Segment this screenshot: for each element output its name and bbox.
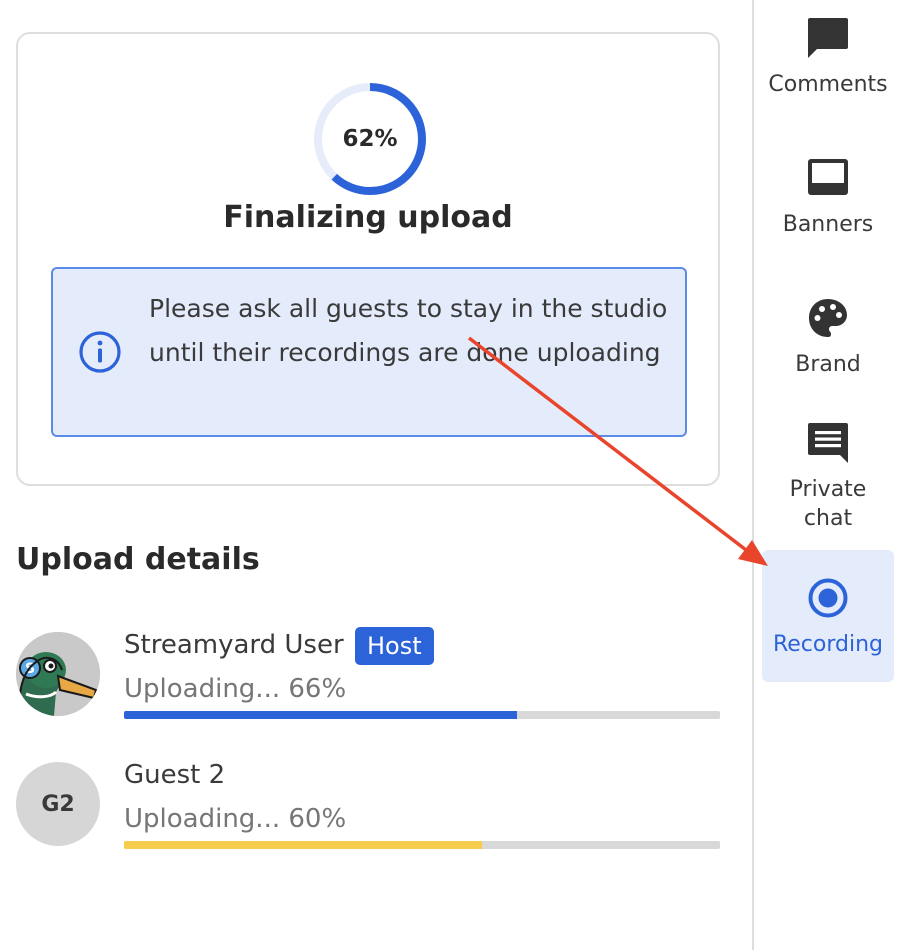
participant-row: G2 Guest 2 Uploading... 60% xyxy=(16,760,720,850)
upload-details-heading: Upload details xyxy=(16,542,260,577)
guest-avatar: G2 xyxy=(16,762,100,846)
chat-icon xyxy=(808,423,848,463)
progress-percent-label: 62% xyxy=(342,126,398,152)
sidebar-item-banners[interactable]: Banners xyxy=(762,140,894,272)
notice-text: Please ask all guests to stay in the stu… xyxy=(149,294,668,367)
page: 62% Finalizing upload Please ask all gue… xyxy=(0,0,900,950)
sidebar-item-label: Private chat xyxy=(789,477,867,531)
sidebar-item-label: Recording xyxy=(772,632,884,657)
sidebar-item-label: Comments xyxy=(768,72,888,97)
banner-icon xyxy=(808,159,848,195)
info-icon xyxy=(79,331,121,373)
guest-notice-banner: Please ask all guests to stay in the stu… xyxy=(51,267,687,437)
participant-row: S Streamyard User Host Uploading... 66% xyxy=(16,627,720,720)
palette-icon xyxy=(809,299,847,337)
upload-progress-ring: 62% xyxy=(312,81,428,197)
upload-status-text: Uploading... 66% xyxy=(124,674,347,704)
sidebar-item-private-chat[interactable]: Private chat xyxy=(762,405,894,537)
sidebar-item-recording[interactable]: Recording xyxy=(762,550,894,682)
duck-avatar-icon: S xyxy=(16,632,100,716)
sidebar-item-label: Brand xyxy=(795,352,861,377)
right-sidebar: Comments Banners Brand Private chat Reco… xyxy=(754,0,900,950)
sidebar-item-brand[interactable]: Brand xyxy=(762,280,894,412)
host-badge: Host xyxy=(355,627,434,665)
participant-name: Guest 2 xyxy=(124,760,226,790)
record-icon xyxy=(808,578,848,618)
card-title: Finalizing upload xyxy=(223,200,513,235)
upload-progress-fill xyxy=(124,841,482,849)
participant-name: Streamyard User xyxy=(124,630,344,660)
upload-status-text: Uploading... 60% xyxy=(124,804,347,834)
comment-icon xyxy=(808,18,848,58)
main-panel: 62% Finalizing upload Please ask all gue… xyxy=(0,0,752,950)
sidebar-item-comments[interactable]: Comments xyxy=(762,0,894,132)
upload-progress-bar xyxy=(124,841,720,849)
upload-status-card: 62% Finalizing upload Please ask all gue… xyxy=(16,32,720,486)
upload-progress-bar xyxy=(124,711,720,719)
sidebar-item-label: Banners xyxy=(782,212,874,237)
upload-progress-fill xyxy=(124,711,518,719)
